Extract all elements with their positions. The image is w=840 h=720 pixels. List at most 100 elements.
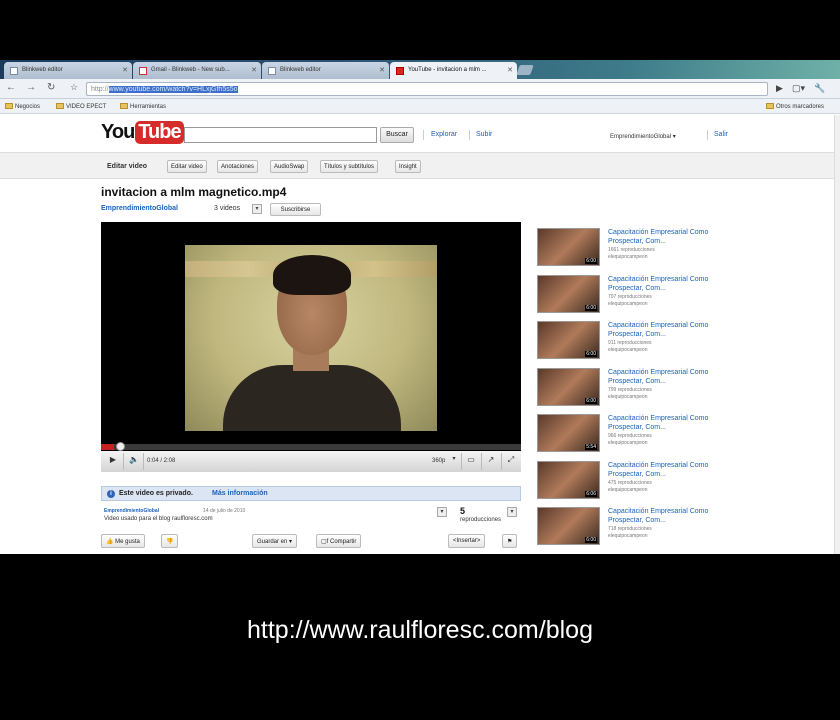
video-thumbnail[interactable]: 5:54	[537, 414, 600, 452]
star-icon[interactable]: ☆	[70, 82, 78, 93]
tab-gmail[interactable]: Gmail - Blinkweb - New sub... ✕	[133, 62, 261, 79]
tab-blinkweb-editor-1[interactable]: Blinkweb editor ✕	[4, 62, 132, 79]
upload-link[interactable]: Subir	[476, 131, 492, 138]
video-player[interactable]: ▶ 🔈 0:04 / 2:08 360p ▾ ▭ ↗ ⤢	[101, 222, 521, 472]
tab-youtube[interactable]: YouTube - invitacion a mlm ... ✕	[390, 62, 517, 79]
tab-label: Blinkweb editor	[22, 67, 63, 73]
close-icon[interactable]: ✕	[379, 66, 385, 74]
progress-bar[interactable]	[101, 442, 521, 451]
related-video-item[interactable]: 6:00 Capacitación Empresarial Como Prospe…	[537, 321, 737, 365]
video-thumbnail[interactable]: 6:00	[537, 507, 600, 545]
subscribe-button[interactable]: Suscribirse	[270, 203, 321, 216]
tab-label: YouTube - invitacion a mlm ...	[408, 67, 487, 73]
related-video-item[interactable]: 6:00 Capacitación Empresarial Como Prospe…	[537, 274, 737, 319]
play-arrow-icon[interactable]: ▶	[776, 83, 783, 94]
folder-icon	[56, 103, 64, 109]
related-video-title[interactable]: Capacitación Empresarial Como Prospectar…	[608, 228, 728, 246]
related-video-views: 799 reproducciones	[608, 386, 652, 393]
user-menu[interactable]: EmprendimientoGlobal ▾	[610, 133, 676, 140]
related-video-title[interactable]: Capacitación Empresarial Como Prospectar…	[608, 414, 728, 432]
page-menu-icon[interactable]: ▢▾	[792, 83, 805, 94]
page-icon	[10, 67, 18, 75]
other-bookmarks[interactable]: Otros marcadores	[766, 103, 824, 110]
more-info-link[interactable]: Más información	[212, 490, 268, 497]
tab-blinkweb-editor-2[interactable]: Blinkweb editor ✕	[262, 62, 389, 79]
signout-link[interactable]: Salir	[714, 131, 728, 138]
embed-button[interactable]: <Insertar>	[448, 534, 486, 548]
close-icon[interactable]: ✕	[251, 66, 257, 74]
search-button[interactable]: Buscar	[380, 127, 414, 143]
save-label: Guardar en	[257, 539, 288, 545]
related-video-title[interactable]: Capacitación Empresarial Como Prospectar…	[608, 461, 728, 479]
uploader-link[interactable]: EmprendimientoGlobal	[104, 508, 159, 514]
related-video-author: elequipocampeon	[608, 254, 648, 260]
video-thumbnail[interactable]: 6:00	[537, 274, 600, 313]
chevron-down-icon[interactable]: ▾	[450, 455, 458, 468]
url-prefix: http://	[91, 86, 109, 93]
back-icon[interactable]: ←	[6, 82, 16, 93]
quality-selector[interactable]: 360p	[432, 458, 445, 464]
progress-handle[interactable]	[115, 442, 125, 451]
related-video-title[interactable]: Capacitación Empresarial Como Prospectar…	[608, 321, 728, 339]
forward-icon[interactable]: →	[26, 82, 36, 93]
fullscreen-icon[interactable]: ⤢	[504, 455, 518, 468]
browser-window: Blinkweb editor ✕ Gmail - Blinkweb - New…	[0, 60, 840, 554]
chevron-down-icon[interactable]: ▾	[252, 204, 262, 214]
close-icon[interactable]: ✕	[507, 66, 513, 74]
related-video-views: 475 reproducciones	[608, 479, 652, 486]
person-jacket	[223, 365, 401, 431]
share-icon[interactable]: ↗	[484, 455, 498, 468]
like-button[interactable]: 👍 Me gusta	[101, 534, 145, 548]
video-thumbnail[interactable]: 6:06	[537, 460, 600, 499]
video-thumbnail[interactable]: 6:00	[537, 321, 600, 359]
related-video-title[interactable]: Capacitación Empresarial Como Prospectar…	[608, 368, 728, 386]
play-icon[interactable]: ▶	[107, 455, 119, 468]
youtube-logo[interactable]: You Tube	[101, 121, 184, 147]
thumbs-up-icon: 👍	[106, 539, 116, 545]
captions-button[interactable]: Títulos y subtítulos	[320, 160, 379, 173]
related-video-item[interactable]: 6:00 Capacitación Empresarial Como Prospe…	[537, 367, 737, 412]
wrench-icon[interactable]: 🔧	[814, 83, 825, 94]
related-video-title[interactable]: Capacitación Empresarial Como Prospectar…	[608, 507, 728, 525]
edit-video-button[interactable]: Editar video	[167, 160, 207, 173]
related-video-item[interactable]: 6:00 Capacitación Empresarial Como Prospe…	[537, 507, 737, 551]
video-count: 3 videos	[214, 205, 241, 212]
share-button[interactable]: ▢f Compartir	[316, 534, 362, 548]
reload-icon[interactable]: ↻	[47, 82, 55, 93]
video-thumbnail[interactable]: 6:00	[537, 367, 600, 406]
divider	[123, 453, 124, 470]
related-video-title[interactable]: Capacitación Empresarial Como Prospectar…	[608, 275, 728, 293]
explore-link[interactable]: Explorar	[431, 131, 457, 138]
search-input[interactable]	[184, 127, 377, 143]
folder-icon	[120, 103, 128, 109]
player-controls: ▶ 🔈 0:04 / 2:08 360p ▾ ▭ ↗ ⤢	[101, 451, 521, 472]
dislike-button[interactable]: 👎	[161, 534, 179, 548]
audioswap-button[interactable]: AudioSwap	[270, 160, 309, 173]
address-bar[interactable]: http://www.youtube.com/watch?v=HLxjGfh5s…	[86, 82, 768, 96]
video-thumbnail[interactable]: 6:00	[537, 228, 600, 266]
bookmark-negocios[interactable]: Negocios	[5, 103, 40, 110]
close-icon[interactable]: ✕	[122, 66, 128, 74]
related-video-views: 718 reproducciones	[608, 526, 652, 532]
scrollbar[interactable]	[834, 115, 840, 554]
annotations-button[interactable]: Anotaciones	[217, 160, 259, 173]
video-title: invitacion a mlm magnetico.mp4	[101, 185, 287, 199]
volume-icon[interactable]: 🔈	[127, 455, 141, 468]
divider	[707, 130, 708, 140]
popout-icon[interactable]: ▭	[464, 455, 478, 468]
related-video-item[interactable]: 5:54 Capacitación Empresarial Como Prospe…	[537, 414, 737, 458]
insight-button[interactable]: Insight	[395, 160, 421, 173]
related-video-item[interactable]: 6:00 Capacitación Empresarial Como Prospe…	[537, 228, 737, 272]
edit-video-bar: Editar video Editar video Anotaciones Au…	[0, 152, 834, 179]
flag-icon[interactable]: ⚑	[502, 534, 518, 548]
save-to-button[interactable]: Guardar en ▾	[252, 534, 298, 548]
chevron-down-icon[interactable]: ▾	[507, 507, 517, 517]
bookmark-herramientas[interactable]: Herramientas	[120, 103, 166, 110]
new-tab-button[interactable]	[516, 65, 534, 75]
url-text: www.youtube.com/watch?v=HLxjGfh5s5o	[108, 86, 238, 93]
bookmark-video-epect[interactable]: VIDEO EPECT	[56, 103, 106, 110]
like-label: Me gusta	[115, 539, 140, 545]
related-video-item[interactable]: 6:06 Capacitación Empresarial Como Prospe…	[537, 460, 737, 505]
chevron-down-icon[interactable]: ▾	[437, 507, 447, 517]
channel-link[interactable]: EmprendimientoGlobal	[101, 205, 178, 212]
